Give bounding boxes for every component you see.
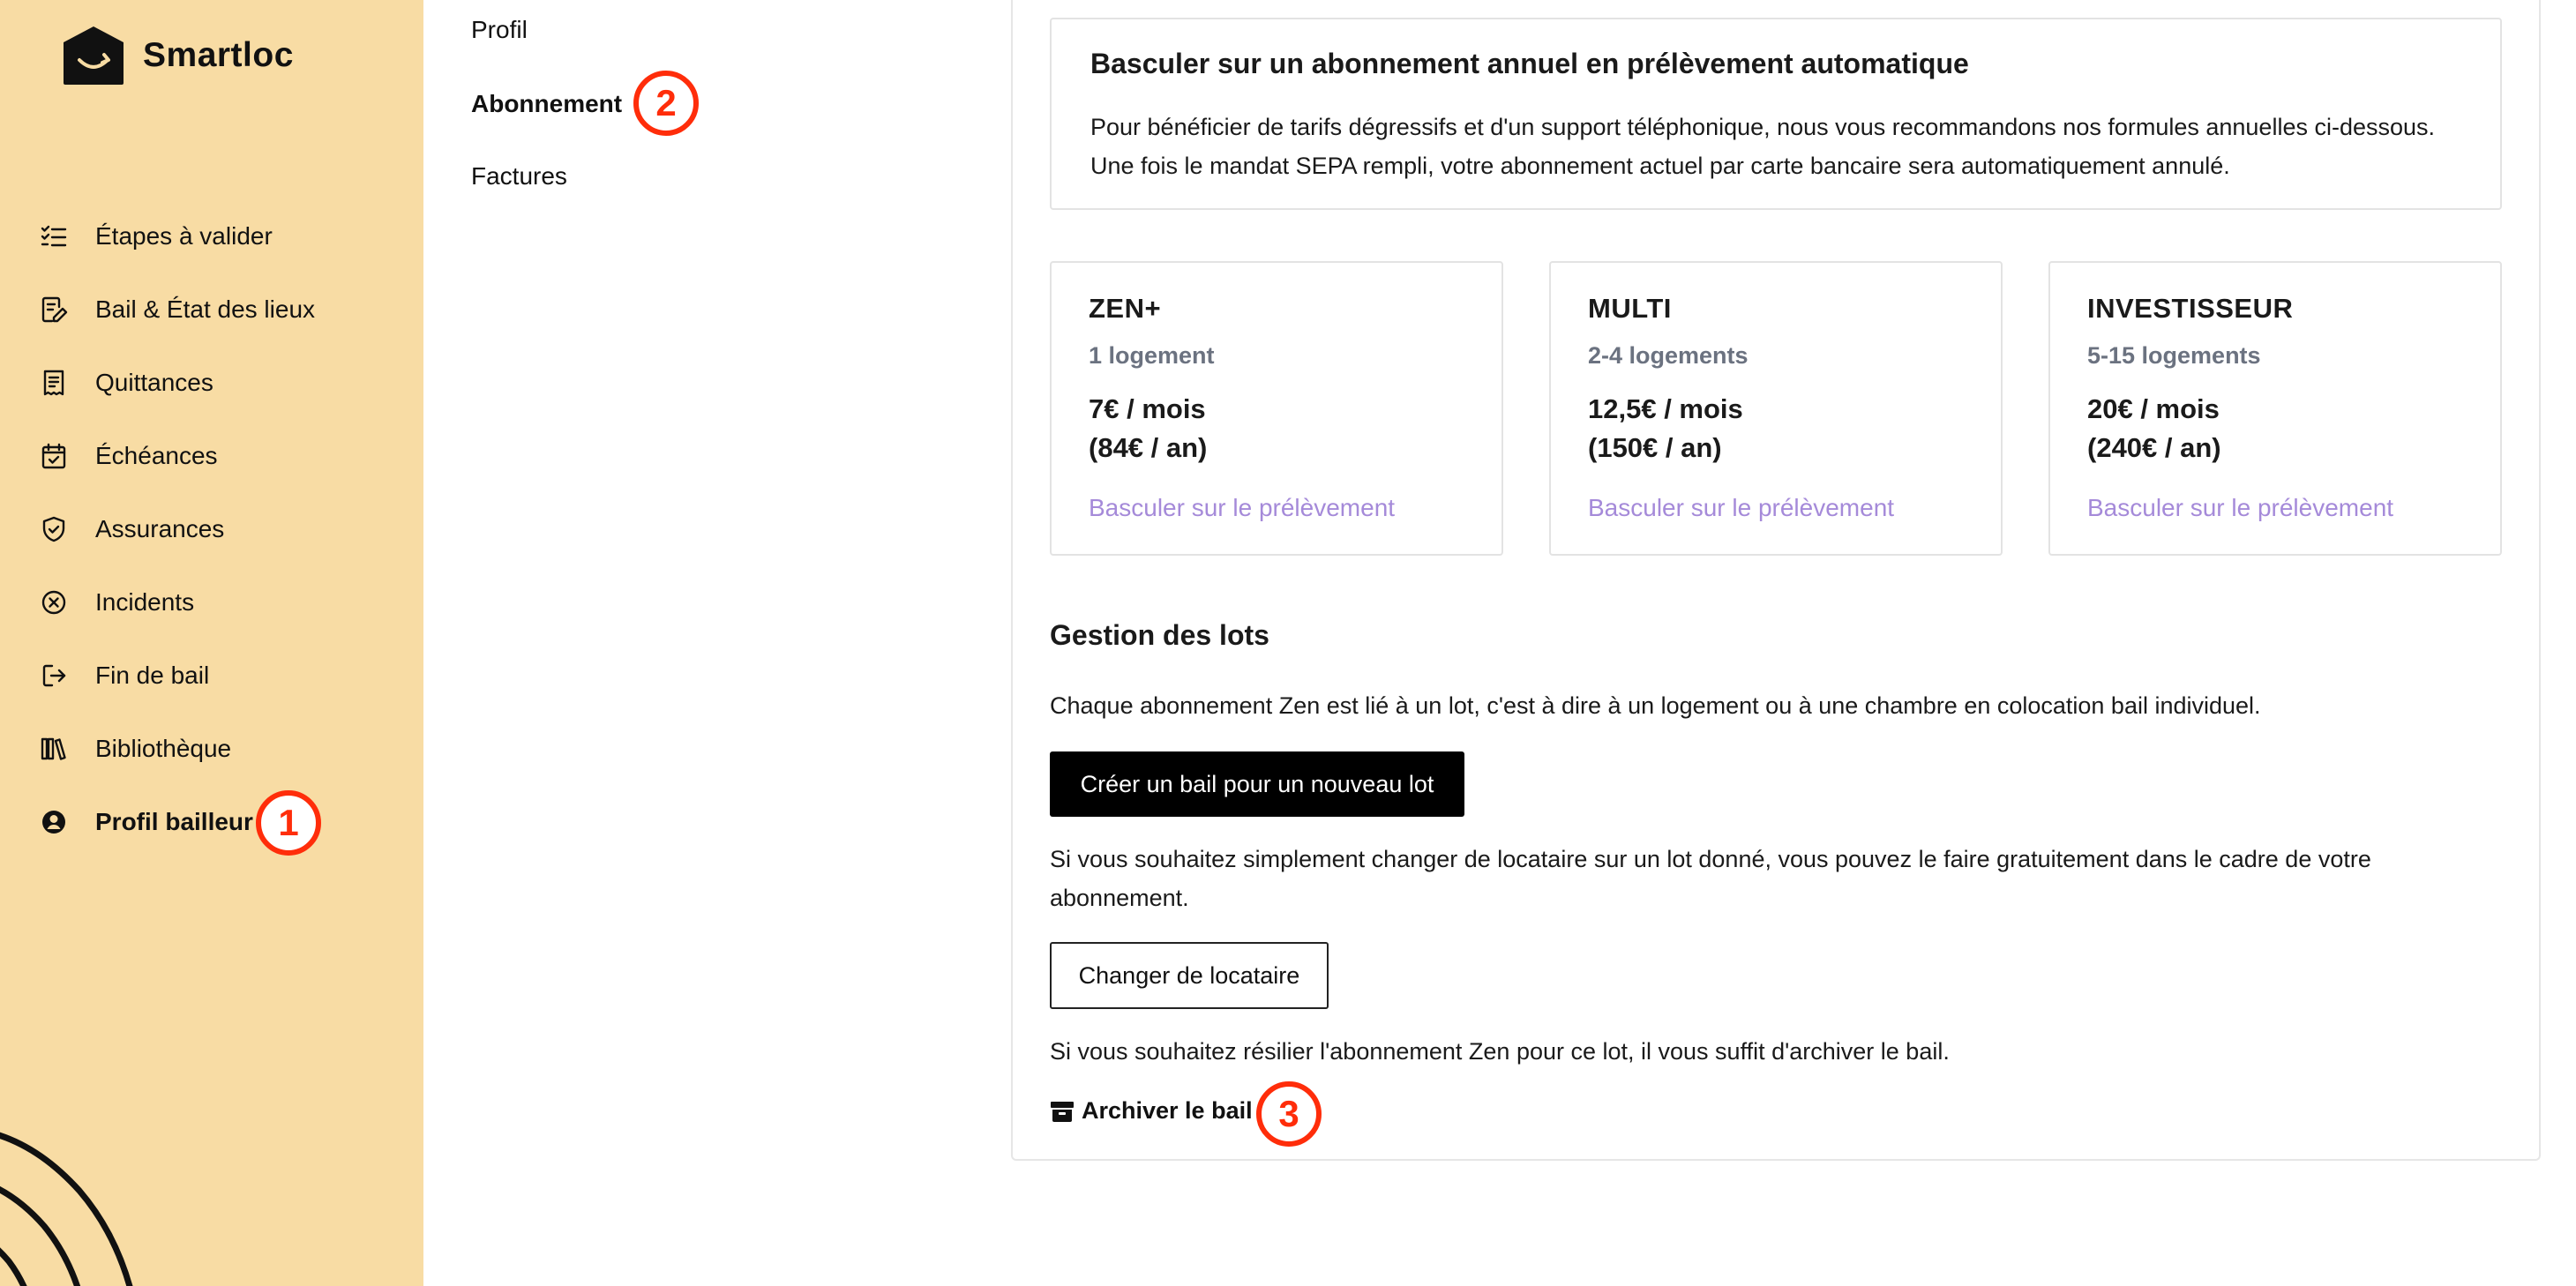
sidebar-item-label: Bail & État des lieux (95, 295, 316, 323)
sidebar-item-profil-bailleur[interactable]: Profil bailleur (39, 797, 409, 847)
sidebar-item-label: Quittances (95, 369, 213, 396)
archive-box-icon (1051, 1101, 1074, 1122)
switch-to-debit-link[interactable]: Basculer sur le prélèvement (1089, 494, 1395, 522)
plan-price: 20€ / mois (240€ / an) (2087, 393, 2221, 463)
sidebar-item-incidents[interactable]: Incidents (39, 578, 409, 627)
subnav-item-abonnement[interactable]: Abonnement (471, 90, 622, 118)
calendar-check-icon (39, 441, 69, 471)
sidebar-item-bail[interactable]: Bail & État des lieux (39, 285, 409, 334)
plan-name: MULTI (1588, 293, 1672, 324)
sidebar-item-bibliotheque[interactable]: Bibliothèque (39, 724, 409, 774)
change-tenant-button[interactable]: Changer de locataire (1050, 942, 1329, 1009)
switch-to-debit-link[interactable]: Basculer sur le prélèvement (2087, 494, 2393, 522)
sidebar-item-label: Profil bailleur (95, 808, 253, 835)
subnav-item-profil[interactable]: Profil (471, 16, 528, 44)
switch-to-debit-link[interactable]: Basculer sur le prélèvement (1588, 494, 1894, 522)
plan-card-multi: MULTI 2-4 logements 12,5€ / mois (150€ /… (1549, 261, 2003, 556)
sidebar-item-label: Assurances (95, 515, 225, 542)
plan-price: 7€ / mois (84€ / an) (1089, 393, 1208, 463)
sepa-info-title: Basculer sur un abonnement annuel en pré… (1090, 48, 1969, 79)
plan-price: 12,5€ / mois (150€ / an) (1588, 393, 1743, 463)
brand-name: Smartloc (143, 36, 294, 74)
archive-info-text: Si vous souhaitez résilier l'abonnement … (1050, 1038, 1950, 1065)
sidebar-item-quittances[interactable]: Quittances (39, 358, 409, 407)
sidebar-item-label: Bibliothèque (95, 735, 232, 762)
plan-card-zen-plus: ZEN+ 1 logement 7€ / mois (84€ / an) Bas… (1050, 261, 1503, 556)
exit-icon (39, 661, 69, 691)
sepa-info-text: Pour bénéficier de tarifs dégressifs et … (1090, 114, 2436, 179)
sepa-info-card: Basculer sur un abonnement annuel en pré… (1050, 18, 2502, 210)
sidebar-item-label: Échéances (95, 442, 218, 469)
step-badge-1: 1 (256, 790, 321, 856)
sidebar-item-fin-de-bail[interactable]: Fin de bail (39, 651, 409, 700)
plan-name: ZEN+ (1089, 293, 1162, 324)
sidebar: Smartloc Étapes à valider Bail & État de… (0, 0, 423, 1286)
decorative-swirl (0, 1132, 133, 1286)
plan-card-investisseur: INVESTISSEUR 5-15 logements 20€ / mois (… (2048, 261, 2502, 556)
plan-name: INVESTISSEUR (2087, 293, 2294, 324)
house-logo-icon (64, 26, 124, 85)
receipt-icon (39, 368, 69, 398)
plan-capacity: 1 logement (1089, 342, 1215, 369)
step-badge-2: 2 (633, 71, 699, 136)
sidebar-item-label: Étapes à valider (95, 222, 273, 250)
checklist-icon (39, 221, 69, 251)
step-badge-3: 3 (1256, 1081, 1322, 1147)
lots-section-title: Gestion des lots (1050, 619, 1269, 651)
sidebar-item-assurances[interactable]: Assurances (39, 505, 409, 554)
plan-capacity: 2-4 logements (1588, 342, 1749, 369)
lots-intro-text: Chaque abonnement Zen est lié à un lot, … (1050, 692, 2261, 719)
archive-lease-label: Archiver le bail (1082, 1097, 1253, 1124)
shield-check-icon (39, 514, 69, 544)
archive-lease-link[interactable]: Archiver le bail (1050, 1097, 1253, 1125)
document-edit-icon (39, 295, 69, 325)
sidebar-item-label: Incidents (95, 588, 195, 616)
circle-x-icon (39, 587, 69, 617)
library-icon (39, 734, 69, 764)
change-tenant-text: Si vous souhaitez simplement changer de … (1050, 846, 2371, 911)
create-lease-button[interactable]: Créer un bail pour un nouveau lot (1050, 751, 1464, 817)
sidebar-item-echeances[interactable]: Échéances (39, 431, 409, 481)
brand[interactable]: Smartloc (62, 25, 294, 86)
subnav-item-factures[interactable]: Factures (471, 162, 567, 191)
user-circle-icon (39, 807, 69, 837)
plan-capacity: 5-15 logements (2087, 342, 2261, 369)
sidebar-item-etapes[interactable]: Étapes à valider (39, 212, 409, 261)
sidebar-item-label: Fin de bail (95, 662, 210, 689)
